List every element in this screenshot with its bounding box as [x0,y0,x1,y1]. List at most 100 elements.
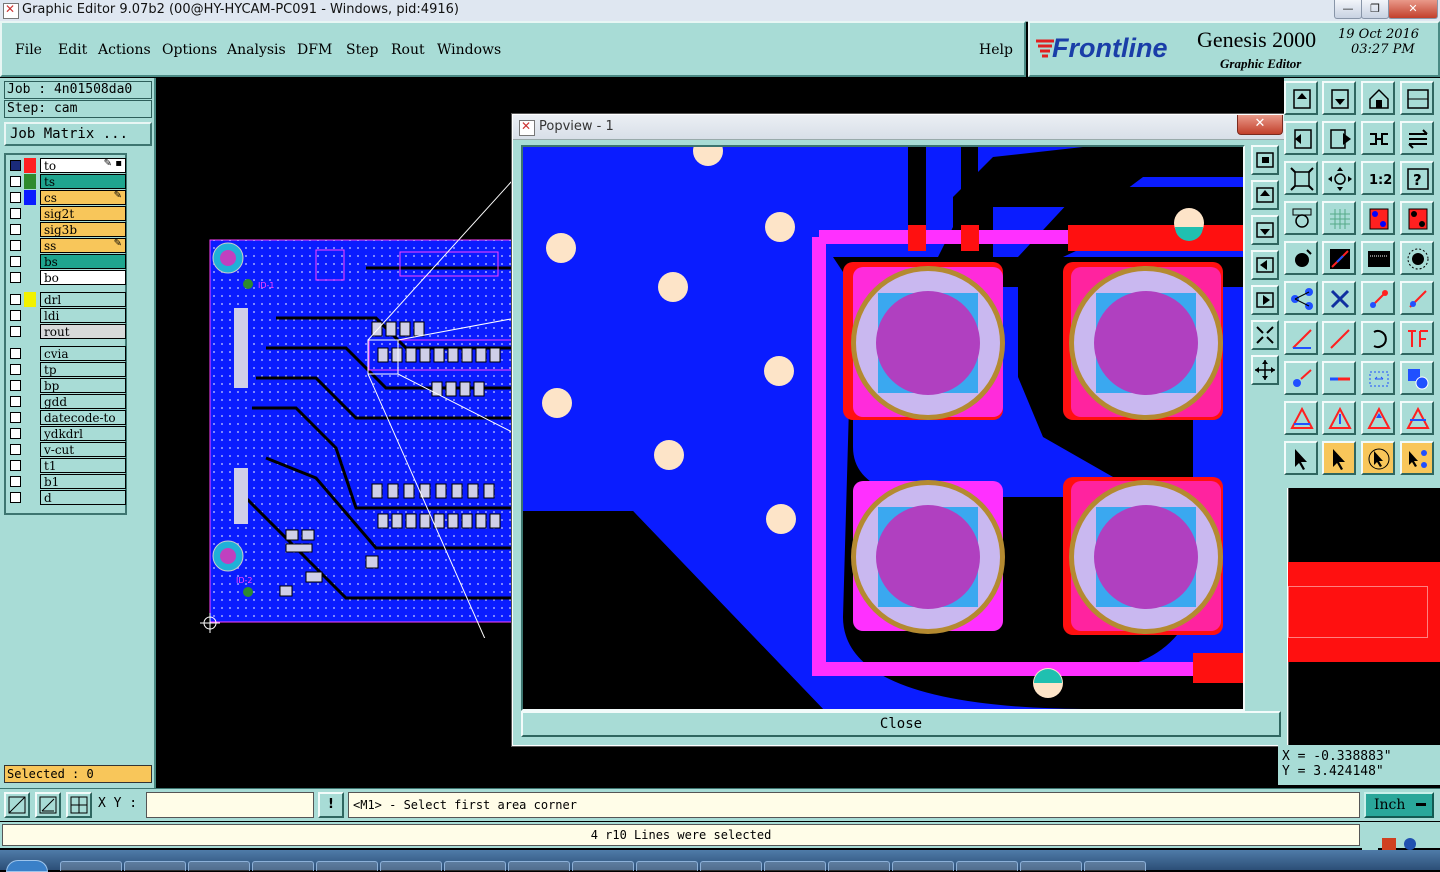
layer-checkbox[interactable] [10,224,21,235]
layer-name[interactable]: ydkdrl [40,426,126,441]
popview-close-button[interactable]: Close [521,711,1281,737]
layer-row-datecode-to[interactable]: datecode-to [8,410,126,425]
layer-checkbox[interactable] [10,240,21,251]
layer-checkbox[interactable] [10,192,21,203]
layer-color-swatch[interactable] [24,158,36,173]
layer-row-b1[interactable]: b1 [8,474,126,489]
slash-red-icon[interactable] [1284,321,1318,355]
pan-icon[interactable] [1322,161,1356,195]
upload-icon[interactable] [1284,81,1318,115]
layer-name[interactable]: drl [40,292,126,307]
execute-button[interactable]: ! [318,792,344,818]
home-icon[interactable] [1361,81,1395,115]
board-canvas[interactable]: ID-1 ID-2 [156,78,516,638]
layer-color-swatch[interactable] [24,378,36,393]
ruler-icon[interactable] [1361,241,1395,275]
layer-checkbox[interactable] [10,412,21,423]
layer-color-swatch[interactable] [24,292,36,307]
layer-row-tp[interactable]: tp [8,362,126,377]
layer-checkbox[interactable] [10,428,21,439]
connect-pads-icon[interactable] [1284,281,1318,315]
layer-checkbox[interactable] [10,208,21,219]
popview-zoom-out-icon[interactable] [1251,355,1279,385]
layer-color-swatch[interactable] [24,442,36,457]
slash-line-icon[interactable] [1322,321,1356,355]
popview-pan-down-icon[interactable] [1251,215,1279,245]
layer-row-t1[interactable]: t1 [8,458,126,473]
layer-row-sig3b[interactable]: sig3b [8,222,126,237]
layer-color-swatch[interactable] [24,474,36,489]
layer-row-d[interactable]: d [8,490,126,505]
layer-name[interactable]: t1 [40,458,126,473]
layer-name[interactable]: tp [40,362,126,377]
layer-row-ldi[interactable]: ldi [8,308,126,323]
layer-checkbox[interactable] [10,310,21,321]
menu-rout[interactable]: Rout [391,42,425,58]
layer-color-swatch[interactable] [24,174,36,189]
layer-color-swatch[interactable] [24,458,36,473]
swap-icon[interactable] [1400,121,1434,155]
snap-left-icon[interactable] [1284,121,1318,155]
menu-dfm[interactable]: DFM [297,42,332,58]
text-flip-icon[interactable] [1400,321,1434,355]
triangle-icon[interactable] [1322,401,1356,435]
line-end-icon[interactable] [1361,281,1395,315]
add-pad-icon[interactable] [1284,241,1318,275]
layer-name[interactable]: sig2t [40,206,126,221]
layer-checkbox[interactable] [10,160,21,171]
layer-name[interactable]: gdd [40,394,126,409]
layer-row-bs[interactable]: bs [8,254,126,269]
popview-zoom-fit-icon[interactable] [1251,145,1279,175]
menu-actions[interactable]: Actions [98,42,151,58]
start-button[interactable] [6,860,48,872]
layer-color-swatch[interactable] [24,394,36,409]
menu-help[interactable]: Help [979,42,1013,58]
layer-row-gdd[interactable]: gdd [8,394,126,409]
round-pad-icon[interactable] [1400,241,1434,275]
layer-checkbox[interactable] [10,396,21,407]
layer-name[interactable]: d [40,490,126,505]
layer-color-swatch[interactable] [24,238,36,253]
layer-color-swatch[interactable] [24,222,36,237]
pad-move-icon[interactable] [1284,361,1318,395]
measure-icon[interactable] [1284,201,1318,235]
layer-checkbox[interactable] [10,492,21,503]
help-question-icon[interactable]: ? [1400,161,1434,195]
select-net-icon[interactable] [1400,441,1434,475]
select-area-icon[interactable] [1361,441,1395,475]
layer-checkbox[interactable] [10,256,21,267]
download-icon[interactable] [1322,81,1356,115]
layer-color-swatch[interactable] [24,254,36,269]
layer-checkbox[interactable] [10,444,21,455]
cross-delete-icon[interactable] [1322,281,1356,315]
layer-color-swatch[interactable] [24,490,36,505]
window-split-icon[interactable] [1400,81,1434,115]
layer-row-bo[interactable]: bo [8,270,126,285]
layer-name[interactable]: bs [40,254,126,269]
layer-checkbox[interactable] [10,176,21,187]
layer-checkbox[interactable] [10,476,21,487]
layer-row-cs[interactable]: cs ✎ [8,190,126,205]
layer-name[interactable]: rout [40,324,126,339]
layer-name[interactable]: bp [40,378,126,393]
layer-color-swatch[interactable] [24,346,36,361]
fit-screen-icon[interactable] [1284,161,1318,195]
layer-name[interactable]: sig3b [40,222,126,237]
layer-row-to[interactable]: to ✎ ▪ [8,158,126,173]
layer-checkbox[interactable] [10,364,21,375]
layer-name[interactable]: datecode-to [40,410,126,425]
minimize-button[interactable]: — [1334,0,1362,19]
popview-close-x-button[interactable]: ✕ [1237,115,1283,135]
layer-row-cvia[interactable]: cvia [8,346,126,361]
arrow-up-icon[interactable] [1361,401,1395,435]
layer-color-swatch[interactable] [24,362,36,377]
layer-name[interactable]: ts [40,174,126,189]
menu-file[interactable]: File [15,42,42,58]
close-window-button[interactable]: ✕ [1388,0,1438,19]
popview-pan-left-icon[interactable] [1251,250,1279,280]
layer-checkbox[interactable] [10,272,21,283]
popview-canvas[interactable] [521,145,1245,711]
triangle-alt-icon[interactable] [1284,401,1318,435]
menu-analysis[interactable]: Analysis [227,42,286,58]
pad-red-alt-icon[interactable] [1400,201,1434,235]
